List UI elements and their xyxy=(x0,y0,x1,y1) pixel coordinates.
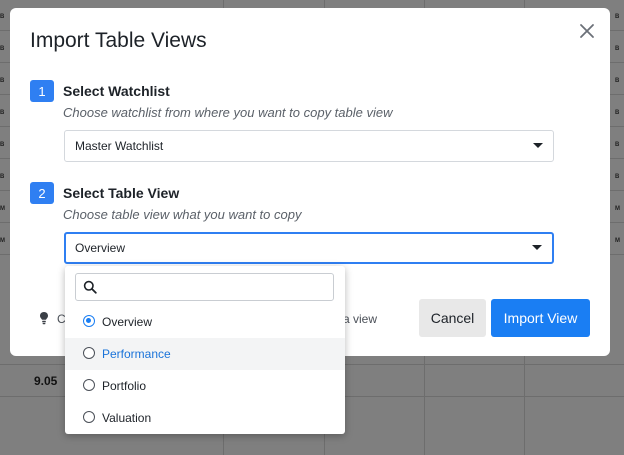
row-tag: B xyxy=(615,174,620,180)
dialog-title: Import Table Views xyxy=(30,29,207,52)
option-label: Portfolio xyxy=(102,379,147,393)
step-2-title: Select Table View xyxy=(63,185,180,201)
row-tag: B xyxy=(0,14,5,20)
dropdown-option-portfolio[interactable]: Portfolio xyxy=(65,370,345,402)
row-tag: B xyxy=(615,110,620,116)
radio-checked-icon xyxy=(83,315,95,327)
radio-icon xyxy=(83,411,95,423)
option-label: Overview xyxy=(102,315,153,329)
dropdown-search-input[interactable] xyxy=(104,276,328,300)
step-1-badge: 1 xyxy=(30,80,54,102)
row-tag: B xyxy=(0,174,5,180)
step-1-subtitle: Choose watchlist from where you want to … xyxy=(63,105,393,120)
radio-icon xyxy=(83,347,95,359)
step-1-title: Select Watchlist xyxy=(63,83,170,99)
dropdown-option-overview[interactable]: Overview xyxy=(65,306,345,338)
table-view-select-value: Overview xyxy=(75,241,126,255)
caret-down-icon xyxy=(533,143,543,148)
import-view-button[interactable]: Import View xyxy=(491,299,590,337)
radio-icon xyxy=(83,379,95,391)
step-2-badge: 2 xyxy=(30,182,54,204)
row-tag: B xyxy=(615,142,620,148)
watchlist-select[interactable]: Master Watchlist xyxy=(64,130,554,162)
table-cell-value: 9.05 xyxy=(34,374,58,388)
search-icon xyxy=(83,280,97,294)
row-tag: B xyxy=(615,78,620,84)
hint-text-end: a view xyxy=(343,312,378,326)
row-tag: B xyxy=(0,46,5,52)
row-tag: B xyxy=(0,78,5,84)
close-icon[interactable] xyxy=(576,20,598,42)
row-tag: B xyxy=(615,14,620,20)
dropdown-option-performance[interactable]: Performance xyxy=(65,338,345,370)
caret-down-icon xyxy=(532,245,542,250)
row-tag: M xyxy=(0,206,5,212)
table-view-dropdown: Overview Performance Portfolio Valuation xyxy=(65,266,345,434)
option-label: Performance xyxy=(102,347,171,361)
dropdown-search[interactable] xyxy=(75,273,334,301)
row-tag: B xyxy=(0,142,5,148)
option-label: Valuation xyxy=(102,411,152,425)
row-tag: B xyxy=(0,110,5,116)
row-tag: B xyxy=(615,46,620,52)
row-tag: M xyxy=(615,238,620,244)
step-2-subtitle: Choose table view what you want to copy xyxy=(63,207,302,222)
row-tag: M xyxy=(0,238,5,244)
dropdown-option-valuation[interactable]: Valuation xyxy=(65,402,345,434)
watchlist-select-value: Master Watchlist xyxy=(75,139,164,153)
cancel-button[interactable]: Cancel xyxy=(419,299,486,337)
table-view-select[interactable]: Overview xyxy=(64,232,554,264)
row-tag: M xyxy=(615,206,620,212)
lightbulb-icon xyxy=(40,312,48,325)
